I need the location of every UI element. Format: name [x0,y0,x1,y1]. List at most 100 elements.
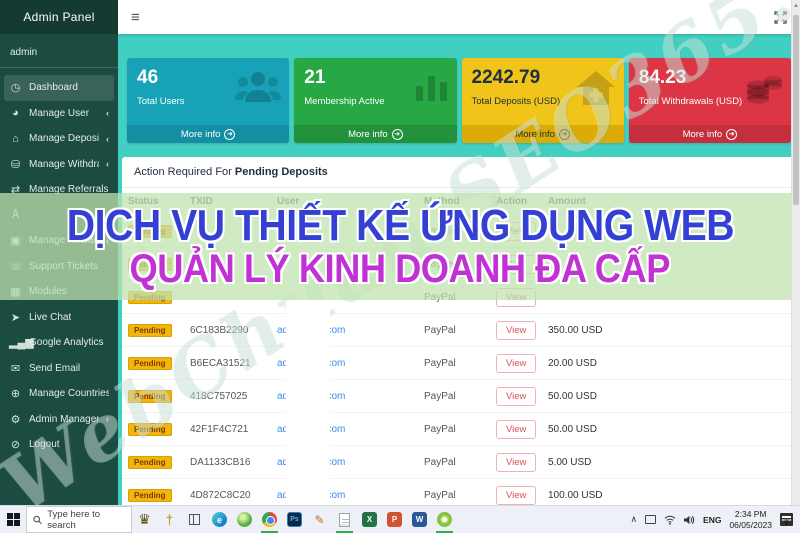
taskbar-app-task-view[interactable] [182,506,207,533]
amount-value: 50.00 USD [548,423,597,435]
fullscreen-expand-icon[interactable] [774,10,787,24]
wifi-icon[interactable] [664,515,676,525]
stat-card-2[interactable]: 21 Membership Active More info [294,58,457,143]
piggy-bank-icon [576,70,616,111]
taskbar-app-powerpoint[interactable]: P [382,506,407,533]
taskbar-app-chrome[interactable] [257,506,282,533]
taskbar-apps: ♛ † e Ps ✎ X P W [132,506,457,533]
app-brand: Admin Panel [0,0,118,34]
speaker-icon[interactable] [684,515,695,525]
bar-chart-icon [415,70,449,107]
table-row: Pending 42F1F4C721 admcom PayPal View 50… [122,412,795,446]
taskbar-app-openshot[interactable] [432,506,457,533]
view-button[interactable]: View [496,320,537,340]
status-badge: Pending [128,488,172,502]
amount-value: 350.00 USD [548,324,603,336]
current-user-label: admin [0,34,118,68]
view-button[interactable]: View [496,452,537,472]
users-icon [235,70,282,109]
pie-chart-icon: ◕ [12,107,19,120]
table-row: Pending DA1133CB16 admcom PayPal View 5.… [122,445,795,479]
taskbar-search-box[interactable]: Type here to search [26,506,132,533]
stat-card-3[interactable]: 2242.79 Total Deposits (USD) More info [461,58,624,143]
system-tray: ENG 2:34 PM 06/05/2023 6 [630,509,800,530]
notification-center-icon[interactable]: 6 [780,513,793,527]
sidebar-item-label: Logout [29,439,60,451]
start-button[interactable] [0,506,26,533]
method-value: PayPal [424,324,456,336]
hamburger-menu-icon[interactable] [131,10,140,25]
panel-title-prefix: Action Required For [134,166,235,178]
sidebar-item-label: Dashboard [29,82,78,94]
taskbar-clock[interactable]: 2:34 PM 06/05/2023 [729,509,772,530]
sidebar-item-dashboard[interactable]: ◷ Dashboard [4,75,114,101]
scroll-up-arrow-icon[interactable] [792,0,800,9]
taskbar-app-excel[interactable]: X [357,506,382,533]
taskbar-app-greenshot[interactable] [232,506,257,533]
sidebar-item-manage-deposits[interactable]: ⌂ Manage Deposits [0,126,118,152]
view-button[interactable]: View [496,386,537,406]
table-row: Pending 4D872C8C20 admcom PayPal View 10… [122,478,795,505]
taskbar-app-word[interactable]: W [407,506,432,533]
display-tray-icon[interactable] [645,515,657,524]
promo-line-1: DỊCH VỤ THIẾT KẾ ỨNG DỤNG WEB [66,201,734,250]
txid-value: B6ECA31521 [190,357,251,369]
more-info-link[interactable]: More info [461,125,624,143]
taskbar-app-photoshop[interactable]: Ps [282,506,307,533]
notification-badge: 6 [782,519,791,527]
edge-browser-icon: e [212,512,227,527]
taskbar-app-notepad[interactable] [332,506,357,533]
more-info-link[interactable]: More info [127,125,290,143]
circle-arrow-icon [558,128,570,140]
green-app-icon [237,512,252,527]
more-info-link[interactable]: More info [294,125,457,143]
sidebar-item-live-chat[interactable]: ➤ Live Chat [0,305,118,331]
sidebar-item-label: Manage Deposits [29,133,99,145]
sidebar-item-logout[interactable]: ⊘ Logout [0,432,118,458]
analytics-icon: ▂▄▆ [9,337,34,350]
search-placeholder: Type here to search [47,508,101,531]
chevron-left-icon [106,159,109,169]
txid-value: 4D872C8C20 [190,489,251,501]
white-strip-artifact [286,299,330,505]
sidebar-item-label: Admin Management [29,413,99,425]
powerpoint-icon: P [387,512,402,527]
stat-card-1[interactable]: 46 Total Users More info [127,58,290,143]
sidebar-item-manage-withdraws[interactable]: ⛁ Manage Withdraws [0,152,118,178]
method-value: PayPal [424,456,456,468]
chevron-left-icon [106,414,109,424]
sidebar-item-manage-countries[interactable]: ⊕ Manage Countries [0,381,118,407]
promo-overlay-banner: DỊCH VỤ THIẾT KẾ ỨNG DỤNG WEB QUẢN LÝ KI… [0,193,800,300]
sidebar-item-manage-user[interactable]: ◕ Manage User [0,101,118,127]
sidebar-item-google-analytics[interactable]: ▂▄▆ Google Analytics [0,330,118,356]
scrollbar-thumb[interactable] [793,15,799,205]
stat-card-4[interactable]: 84.23 Total Withdrawals (USD) More info [628,58,791,143]
coins-stack-icon [745,70,783,111]
view-button[interactable]: View [496,485,537,505]
taskbar-app-paint-brush[interactable]: ✎ [307,506,332,533]
chrome-icon [262,512,277,527]
txid-value: DA1133CB16 [190,456,251,468]
hidden-icons-chevron-icon[interactable] [630,514,637,525]
amount-value: 20.00 USD [548,357,597,369]
sidebar-item-send-email[interactable]: ✉ Send Email [0,356,118,382]
taskbar-app-crown[interactable]: ♛ [132,506,157,533]
gauge-icon: ◷ [10,82,21,95]
task-view-icon [189,514,200,525]
taskbar-app-edge[interactable]: e [207,506,232,533]
photoshop-icon: Ps [287,512,302,527]
amount-value: 5.00 USD [548,456,592,468]
time-label: 2:34 PM [734,508,767,519]
sidebar-item-label: Manage Withdraws [29,158,99,170]
view-button[interactable]: View [496,353,537,373]
txid-value: 6C183B2290 [190,324,249,336]
view-button[interactable]: View [496,419,537,439]
vertical-scrollbar[interactable] [791,0,800,505]
sidebar-item-admin-management[interactable]: ⚙ Admin Management [0,407,118,433]
taskbar-app-scepter[interactable]: † [157,506,182,533]
language-indicator[interactable]: ENG [703,515,721,525]
more-info-link[interactable]: More info [628,125,791,143]
sidebar-item-label: Manage Countries [29,388,109,400]
sidebar-item-label: Manage User [29,107,90,119]
promo-line-2: QUẢN LÝ KINH DOANH ĐA CẤP [129,245,671,291]
